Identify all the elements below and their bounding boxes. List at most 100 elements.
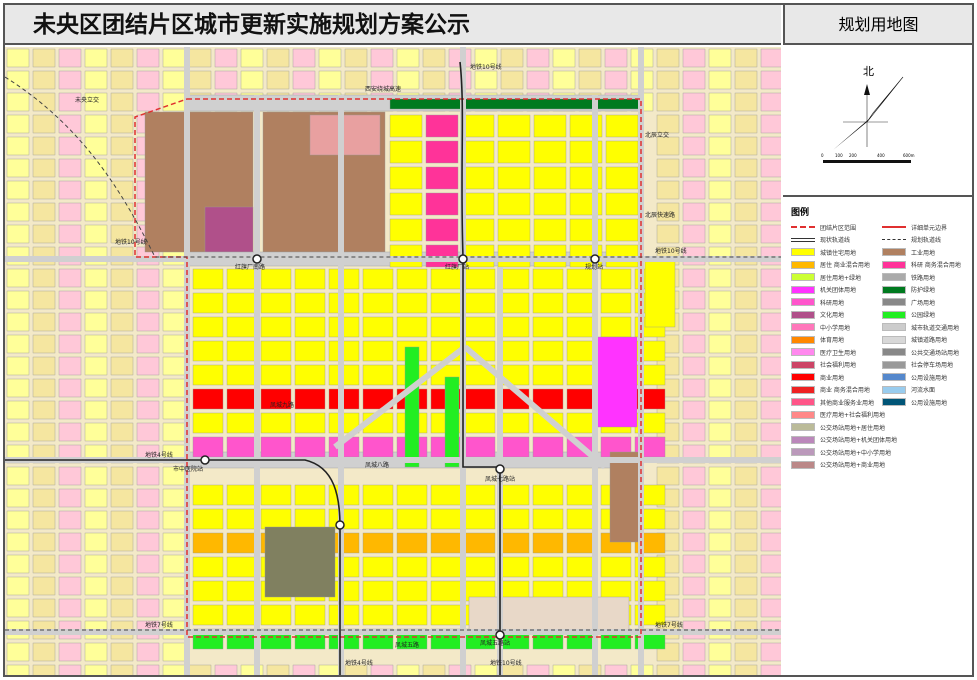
land-parcel <box>294 292 326 314</box>
land-parcel <box>110 334 134 354</box>
legend-item: 公用设施用地 <box>882 397 969 408</box>
land-parcel <box>760 356 784 376</box>
land-parcel <box>58 48 82 68</box>
land-parcel <box>425 114 459 138</box>
label-hongqi-station: 红旗厂站 <box>445 263 469 271</box>
land-parcel <box>226 364 258 386</box>
land-parcel <box>362 340 394 362</box>
station-fengcheng7 <box>495 464 505 474</box>
land-parcel <box>110 576 134 596</box>
land-parcel <box>6 334 30 354</box>
label-fengcheng5: 凤城五路 <box>395 641 419 649</box>
land-parcel <box>708 92 732 112</box>
land-parcel <box>162 290 186 310</box>
land-parcel <box>604 664 628 680</box>
land-parcel <box>192 316 224 338</box>
land-parcel <box>58 576 82 596</box>
land-parcel <box>422 664 446 680</box>
legend-swatch <box>882 248 906 257</box>
land-parcel <box>389 114 423 138</box>
land-parcel <box>760 290 784 310</box>
land-parcel <box>552 70 576 90</box>
land-parcel <box>84 334 108 354</box>
land-parcel <box>226 508 258 530</box>
land-parcel <box>708 378 732 398</box>
legend-item: 公交场站用地+商业用地 <box>791 460 969 471</box>
land-parcel <box>708 312 732 332</box>
land-parcel <box>110 290 134 310</box>
land-parcel <box>260 316 292 338</box>
land-parcel <box>532 316 564 338</box>
land-parcel <box>32 356 56 376</box>
land-parcel <box>760 268 784 288</box>
land-parcel <box>644 256 676 328</box>
land-parcel <box>6 356 30 376</box>
land-parcel <box>84 312 108 332</box>
land-parcel <box>6 554 30 574</box>
land-parcel <box>734 268 758 288</box>
land-parcel <box>682 642 706 662</box>
land-parcel <box>656 466 680 486</box>
legend-label: 公交场站用地+机关团体用地 <box>820 437 898 445</box>
legend-label: 城镇住宅用地 <box>820 249 857 257</box>
land-parcel <box>430 484 462 506</box>
land-parcel <box>430 292 462 314</box>
land-parcel <box>760 202 784 222</box>
land-parcel <box>6 422 30 442</box>
land-parcel <box>370 664 394 680</box>
legend-swatch <box>882 385 906 394</box>
legend-item: 团结片区范围 <box>791 222 878 233</box>
land-parcel <box>162 488 186 508</box>
land-parcel <box>292 70 316 90</box>
land-parcel <box>656 664 680 680</box>
land-parcel <box>110 488 134 508</box>
land-parcel <box>498 412 530 434</box>
legend-label: 团结片区范围 <box>820 224 857 232</box>
land-parcel <box>760 598 784 618</box>
legend-item: 医疗用地+社会福利用地 <box>791 410 969 421</box>
legend-swatch <box>882 285 906 294</box>
land-parcel <box>58 642 82 662</box>
station-tcm <box>200 455 210 465</box>
land-parcel <box>682 158 706 178</box>
land-parcel <box>430 532 462 554</box>
land-parcel <box>32 378 56 398</box>
land-parcel <box>6 312 30 332</box>
land-parcel <box>162 312 186 332</box>
land-parcel <box>760 378 784 398</box>
land-parcel <box>6 70 30 90</box>
land-parcel <box>656 48 680 68</box>
land-parcel <box>84 642 108 662</box>
land-parcel <box>136 70 160 90</box>
land-parcel <box>6 136 30 156</box>
land-parcel <box>760 642 784 662</box>
land-use-map[interactable]: 地铁10号线 未央立交 西安绕城高速 北辰立交 地铁10号线 红旗厂南路 红旗厂… <box>4 47 784 680</box>
land-parcel <box>162 510 186 530</box>
land-parcel <box>734 70 758 90</box>
land-parcel <box>32 576 56 596</box>
land-parcel <box>578 48 602 68</box>
land-parcel <box>734 466 758 486</box>
land-parcel <box>734 92 758 112</box>
land-parcel <box>396 532 428 554</box>
land-parcel <box>32 334 56 354</box>
land-parcel <box>708 422 732 442</box>
land-parcel <box>162 576 186 596</box>
land-parcel <box>260 508 292 530</box>
land-parcel <box>422 70 446 90</box>
legend-item: 科研用地 <box>791 297 878 308</box>
land-parcel <box>708 48 732 68</box>
land-parcel <box>497 192 531 216</box>
legend-item: 公交场站用地+机关团体用地 <box>791 435 969 446</box>
land-parcel <box>32 180 56 200</box>
land-parcel <box>318 70 342 90</box>
legend-swatch <box>791 435 815 444</box>
land-parcel <box>6 290 30 310</box>
land-parcel <box>682 202 706 222</box>
land-parcel <box>110 70 134 90</box>
land-parcel <box>226 436 258 458</box>
legend-label: 居住用地+绿地 <box>820 274 862 282</box>
land-parcel <box>552 664 576 680</box>
land-parcel <box>32 554 56 574</box>
land-parcel <box>84 70 108 90</box>
